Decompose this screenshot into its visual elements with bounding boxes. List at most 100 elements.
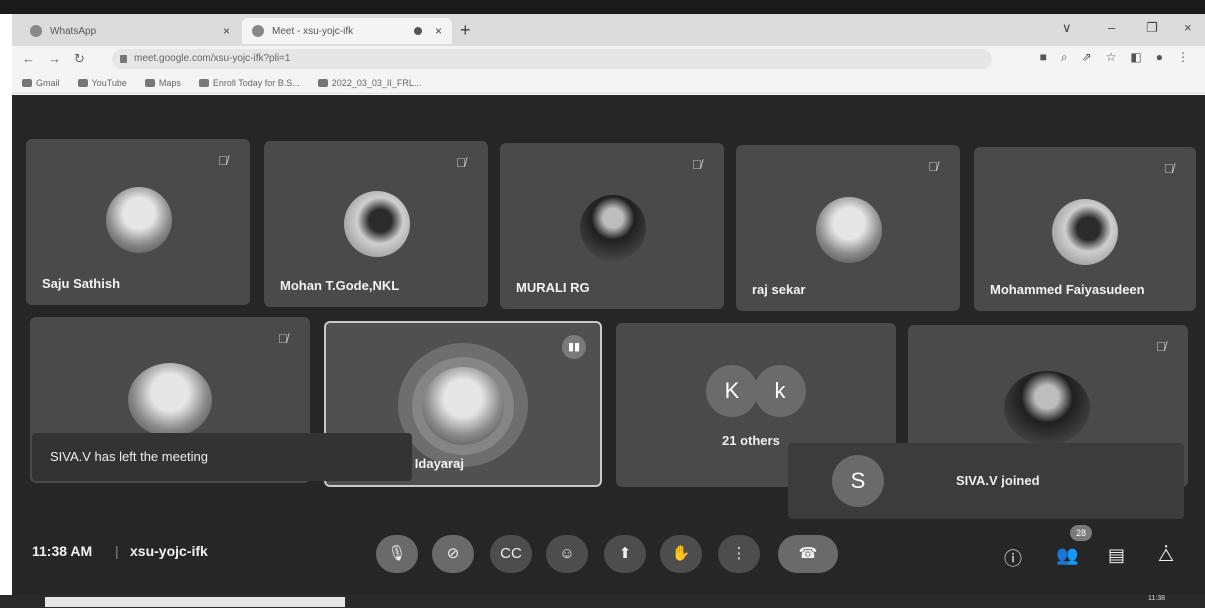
bookmark-youtube[interactable]: YouTube — [77, 77, 127, 88]
reload-icon[interactable]: ↻ — [74, 51, 85, 67]
browser-toolbar: ← → ↻ meet.google.com/xsu-yojc-ifk?pli=1… — [12, 46, 1205, 72]
raise-hand-button[interactable]: ✋ — [660, 535, 702, 573]
avatar — [106, 187, 172, 253]
participant-tile[interactable]: 🎙̸ raj sekar — [736, 145, 960, 311]
participant-initial: k — [754, 365, 806, 417]
maps-icon — [144, 78, 155, 87]
participant-name: MURALI RG — [516, 280, 590, 295]
bookmark-doc[interactable]: 2022_03_03_II_FRL... — [317, 77, 422, 88]
avatar — [816, 197, 882, 263]
audio-level-icon: ▮▮ — [562, 335, 586, 359]
gmail-icon — [22, 78, 32, 87]
tab-close-icon[interactable]: × — [223, 24, 230, 38]
tab-whatsapp[interactable]: WhatsApp × — [20, 18, 240, 44]
whatsapp-icon — [30, 25, 42, 37]
browser-tab-bar: WhatsApp × Meet - xsu-yojc-ifk × + ∨ – ❐… — [12, 14, 1205, 46]
bookmark-label: Maps — [158, 77, 181, 88]
notification-text: SIVA.V joined — [956, 473, 1040, 488]
bookmark-label: 2022_03_03_II_FRL... — [331, 77, 422, 88]
extension-icon[interactable]: ◧ — [1130, 50, 1141, 65]
mic-off-icon: 🎙̸ — [928, 159, 938, 174]
bookmarks-bar: Gmail YouTube Maps Enroll Today for B.S.… — [12, 72, 1205, 94]
mic-off-icon: 🎙̸ — [456, 155, 466, 170]
activities-icon[interactable]: ⧊ — [1158, 545, 1174, 566]
chat-icon[interactable]: ▤ — [1108, 545, 1125, 566]
avatar — [580, 195, 646, 261]
participant-tile[interactable]: 🎙̸ Mohammed Faiyasudeen — [974, 147, 1196, 311]
participant-name: raj sekar — [752, 282, 806, 297]
others-count: 21 others — [722, 433, 780, 448]
bookmark-label: Enroll Today for B.S... — [212, 77, 300, 88]
forward-icon[interactable]: → — [48, 51, 61, 66]
taskbar-search-box[interactable] — [45, 597, 345, 607]
notification-text: SIVA.V has left the meeting — [50, 449, 209, 464]
lock-icon — [120, 55, 127, 63]
bookmark-gmail[interactable]: Gmail — [22, 78, 60, 88]
mic-toggle-button[interactable]: 🎙 — [376, 535, 418, 573]
back-icon[interactable]: ← — [22, 51, 35, 66]
participant-tile[interactable]: 🎙̸ Mohan T.Gode,NKL — [264, 141, 488, 307]
avatar — [344, 191, 410, 257]
bookmark-star-icon[interactable]: ☆ — [1106, 50, 1117, 65]
tab-search-icon[interactable]: ∨ — [1062, 20, 1072, 36]
bookmark-maps[interactable]: Maps — [144, 77, 181, 88]
camera-toggle-button[interactable]: ⊘ — [432, 535, 474, 573]
mic-off-icon: 🎙̸ — [218, 153, 228, 168]
address-bar[interactable]: meet.google.com/xsu-yojc-ifk?pli=1 — [112, 49, 992, 69]
profile-avatar-icon[interactable]: ● — [1156, 50, 1163, 65]
tab-close-icon[interactable]: × — [435, 24, 442, 38]
chrome-icon — [317, 78, 328, 87]
taskbar-clock: 11:38 — [1148, 595, 1165, 602]
bookmark-enroll[interactable]: Enroll Today for B.S... — [198, 77, 300, 88]
share-icon[interactable]: ⇗ — [1082, 50, 1092, 65]
leave-call-button[interactable]: ☎ — [778, 535, 838, 573]
bookmark-label: YouTube — [91, 77, 127, 88]
tab-meet[interactable]: Meet - xsu-yojc-ifk × — [242, 18, 452, 44]
avatar — [422, 367, 504, 445]
participant-initial: S — [832, 455, 884, 507]
participant-name: Saju Sathish — [42, 276, 121, 291]
more-options-button[interactable]: ⋮ — [718, 535, 760, 573]
bookmark-label: Gmail — [36, 77, 60, 88]
participant-name: Mohammed Faiyasudeen — [990, 282, 1145, 297]
avatar — [128, 363, 212, 437]
restore-button[interactable]: ❐ — [1146, 20, 1158, 36]
camera-indicator-icon[interactable]: ■ — [1040, 50, 1047, 65]
minimize-button[interactable]: – — [1108, 20, 1115, 35]
mic-off-icon: 🎙̸ — [278, 331, 288, 346]
present-button[interactable]: ⬆ — [604, 535, 646, 573]
url-text: meet.google.com/xsu-yojc-ifk?pli=1 — [134, 53, 291, 64]
left-meeting-notification: SIVA.V has left the meeting — [32, 433, 412, 481]
tab-title: WhatsApp — [50, 25, 97, 37]
participant-tile[interactable]: 🎙̸ Saju Sathish — [26, 139, 250, 305]
screen-top-edge — [0, 0, 1205, 14]
joined-notification: S SIVA.V joined — [788, 443, 1184, 519]
close-window-button[interactable]: × — [1184, 20, 1192, 35]
participant-tile[interactable]: 🎙̸ MURALI RG — [500, 143, 724, 309]
meet-stage: 🎙̸ Saju Sathish 🎙̸ Mohan T.Gode,NKL 🎙̸ M… — [12, 95, 1205, 595]
people-count-badge: 28 — [1070, 525, 1092, 541]
separator: | — [115, 543, 119, 559]
gmail-icon — [198, 78, 209, 87]
zoom-icon[interactable]: ⌕ — [1061, 50, 1068, 65]
tab-title: Meet - xsu-yojc-ifk — [272, 25, 354, 37]
youtube-icon — [77, 78, 88, 87]
mic-off-icon: 🎙̸ — [1156, 339, 1166, 354]
meeting-code: xsu-yojc-ifk — [130, 543, 208, 559]
meet-icon — [252, 25, 264, 37]
os-taskbar: 11:38 — [0, 595, 1205, 608]
captions-button[interactable]: CC — [490, 535, 532, 573]
recording-dot-icon — [414, 27, 422, 35]
people-icon[interactable]: 👥 — [1056, 545, 1078, 566]
mic-off-icon: 🎙̸ — [692, 157, 702, 172]
participant-name: Mohan T.Gode,NKL — [280, 278, 400, 293]
meeting-time: 11:38 AM — [32, 543, 93, 559]
mic-off-icon: 🎙̸ — [1164, 161, 1174, 176]
meeting-info-icon[interactable]: ⓘ — [1004, 545, 1022, 571]
avatar — [1004, 371, 1090, 445]
new-tab-button[interactable]: + — [460, 20, 471, 41]
participant-initial: K — [706, 365, 758, 417]
avatar — [1052, 199, 1118, 265]
emoji-button[interactable]: ☺ — [546, 535, 588, 573]
menu-dots-icon[interactable]: ⋮ — [1177, 50, 1189, 65]
